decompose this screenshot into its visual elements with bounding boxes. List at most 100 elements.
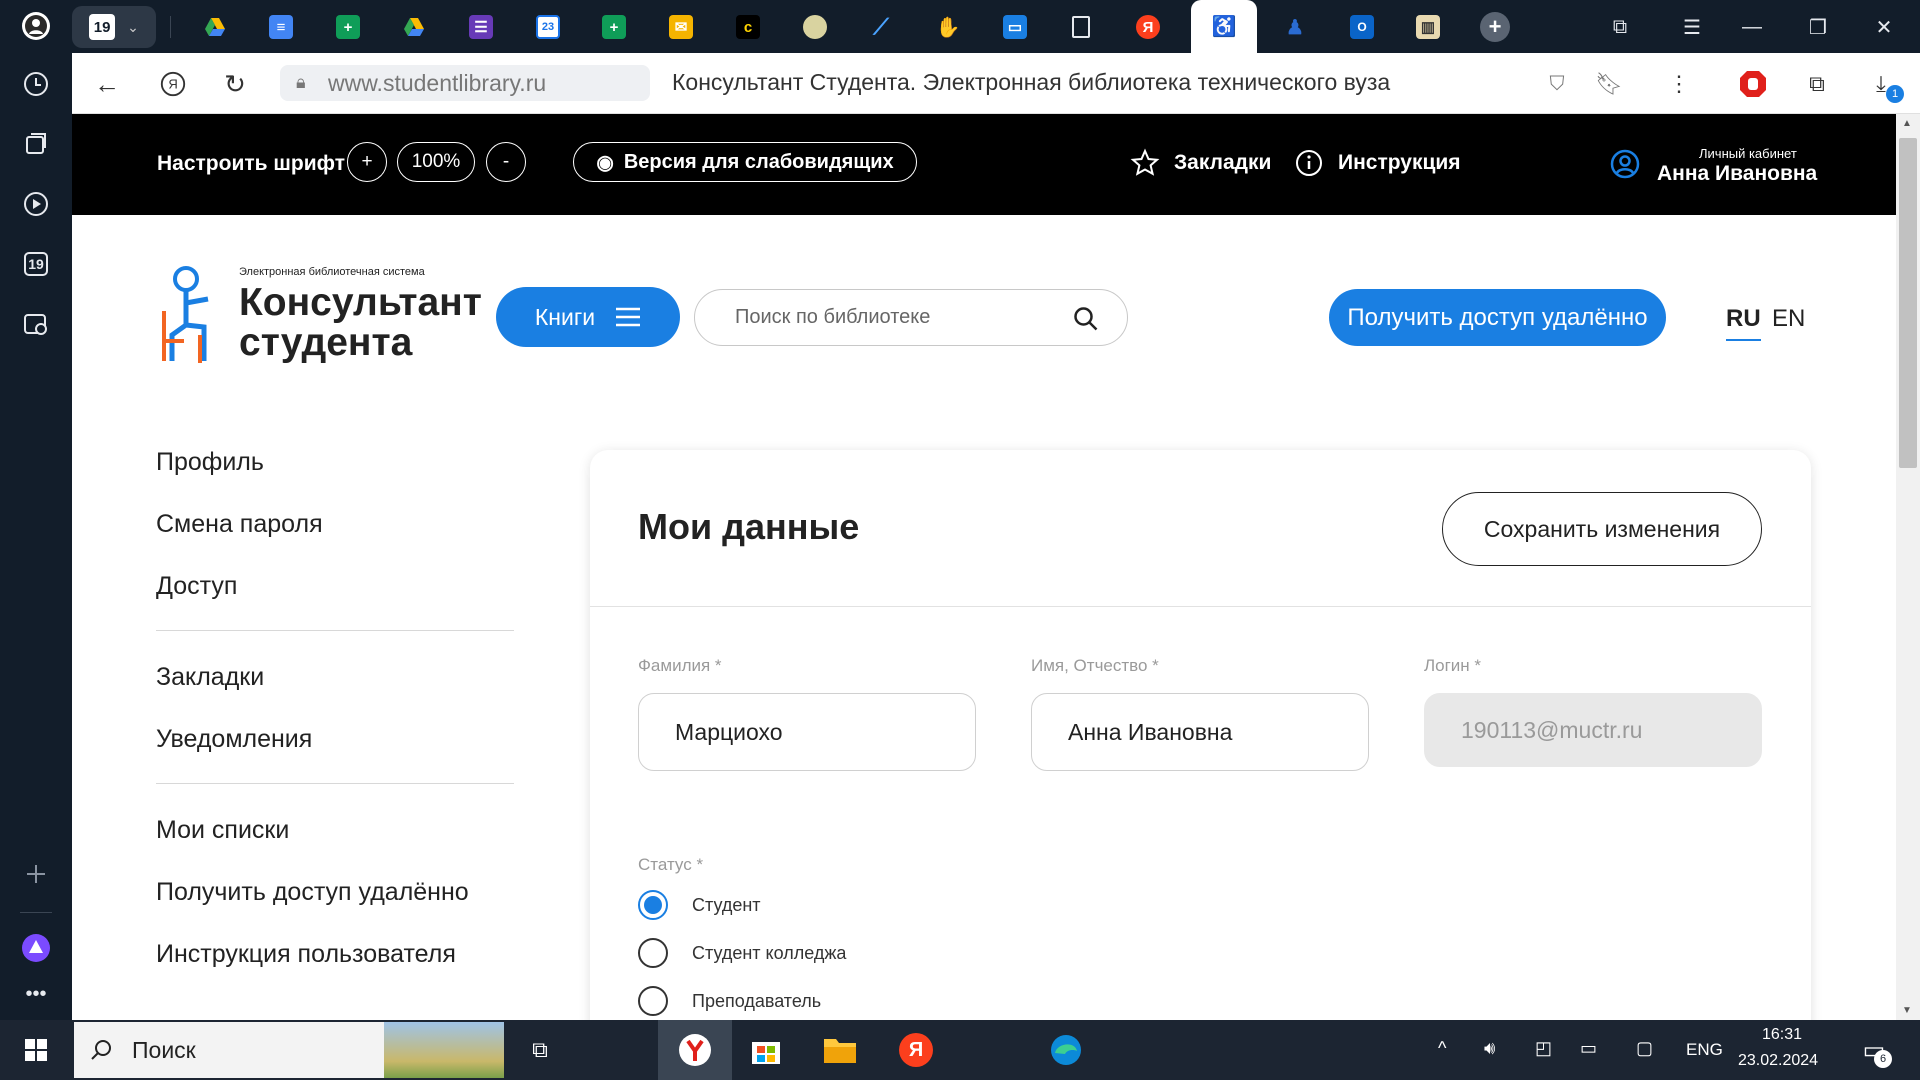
history-icon[interactable] <box>14 62 58 106</box>
taskbar-yandex-browser[interactable] <box>658 1020 732 1080</box>
tab-outlook[interactable]: O <box>1329 6 1395 48</box>
tab-document[interactable] <box>1048 6 1114 48</box>
font-decrease-button[interactable]: - <box>486 142 526 182</box>
collections-icon[interactable] <box>14 122 58 166</box>
edge-browser-icon[interactable] <box>1040 1026 1092 1074</box>
clock-time[interactable]: 16:31 <box>1762 1026 1802 1044</box>
microsoft-store-icon[interactable] <box>740 1026 792 1074</box>
volume-icon[interactable]: 🔊︎ <box>1484 1038 1495 1059</box>
lang-ru[interactable]: RU <box>1726 305 1761 341</box>
more-dots-icon[interactable]: ••• <box>14 972 58 1016</box>
font-increase-button[interactable]: + <box>347 142 387 182</box>
taskbar-search-input[interactable]: Поиск <box>74 1022 504 1078</box>
radio-unchecked[interactable] <box>638 986 668 1016</box>
calendar-badge-icon[interactable]: 19 <box>14 242 58 286</box>
tab-group[interactable]: 19 ⌄ <box>72 6 156 48</box>
tab-google-sheets-2[interactable]: + <box>581 6 647 48</box>
task-view-icon[interactable]: ⧉ <box>514 1026 566 1074</box>
close-window-button[interactable]: ✕ <box>1864 8 1904 46</box>
menu-dots-icon[interactable]: ⋮ <box>1660 65 1698 103</box>
tab-studentlibrary-active[interactable]: ♿ <box>1191 0 1257 53</box>
nav-change-password[interactable]: Смена пароля <box>156 502 516 564</box>
tab-books[interactable]: ▥ <box>1395 6 1461 48</box>
alice-assistant-icon[interactable] <box>14 926 58 970</box>
scroll-down-arrow-icon[interactable]: ▼ <box>1902 1005 1912 1016</box>
video-play-icon[interactable] <box>14 182 58 226</box>
tray-chevron-up-icon[interactable]: ^ <box>1438 1038 1446 1059</box>
network-icon[interactable]: ▢ <box>1636 1038 1653 1059</box>
tab-yandex[interactable]: Я <box>1115 6 1181 48</box>
add-panel-icon[interactable] <box>14 852 58 896</box>
status-option-teacher[interactable]: Преподаватель <box>638 986 821 1016</box>
radio-unchecked[interactable] <box>638 938 668 968</box>
page-scrollbar[interactable]: ▲ ▼ <box>1896 114 1920 1020</box>
translate-icon[interactable]: ⛉ <box>1538 65 1576 103</box>
clock-date[interactable]: 23.02.2024 <box>1738 1052 1818 1070</box>
reload-icon[interactable]: ↻ <box>216 65 254 103</box>
tab-list-icon[interactable]: ☰ <box>1672 8 1712 46</box>
screenshot-icon[interactable] <box>14 302 58 346</box>
extensions-icon[interactable]: ⧉ <box>1798 65 1836 103</box>
library-search-input[interactable]: Поиск по библиотеке <box>694 289 1128 346</box>
radio-checked[interactable] <box>638 890 668 920</box>
downloads-icon[interactable]: ⤓ 1 <box>1862 65 1904 103</box>
nav-bookmarks[interactable]: Закладки <box>156 655 516 717</box>
windows-start-icon[interactable] <box>10 1026 62 1074</box>
input-language[interactable]: ENG <box>1686 1040 1723 1060</box>
search-icon[interactable] <box>1073 306 1099 332</box>
tab-mail[interactable]: ✉ <box>648 6 714 48</box>
lang-en[interactable]: EN <box>1772 305 1805 333</box>
file-explorer-icon[interactable] <box>814 1026 866 1074</box>
tab-google-forms[interactable]: ☰ <box>448 6 514 48</box>
scroll-up-arrow-icon[interactable]: ▲ <box>1902 118 1912 129</box>
nav-notifications[interactable]: Уведомления <box>156 717 516 779</box>
scroll-thumb[interactable] <box>1899 138 1917 468</box>
back-arrow-icon[interactable]: ← <box>88 65 126 103</box>
profile-avatar-icon[interactable] <box>14 4 58 48</box>
tab-figure[interactable]: ♟ <box>1262 6 1328 48</box>
instructions-link[interactable]: Инструкция <box>1294 148 1461 178</box>
name-label: Имя, Отчество * <box>1031 656 1159 675</box>
nav-access[interactable]: Доступ <box>156 564 516 626</box>
status-option-label: Студент <box>692 894 761 915</box>
status-option-student[interactable]: Студент <box>638 890 761 920</box>
tab-google-drive[interactable] <box>182 6 248 48</box>
surname-field[interactable]: Марциохо <box>638 693 976 771</box>
minimize-button[interactable]: — <box>1732 8 1772 46</box>
search-placeholder: Поиск по библиотеке <box>735 306 931 328</box>
bookmarks-link[interactable]: Закладки <box>1130 148 1271 178</box>
new-tab-button[interactable]: + <box>1462 6 1528 48</box>
tab-c-site[interactable]: c <box>715 6 781 48</box>
name-field[interactable]: Анна Ивановна <box>1031 693 1369 771</box>
nav-my-lists[interactable]: Мои списки <box>156 808 516 870</box>
tab-google-calendar[interactable]: 23 <box>515 6 581 48</box>
status-option-college[interactable]: Студент колледжа <box>638 938 846 968</box>
tab-google-drive-2[interactable] <box>381 6 447 48</box>
logo-line-1: Консультант <box>239 281 482 324</box>
tab-messages[interactable]: ▭ <box>982 6 1048 48</box>
battery-icon[interactable]: ▭ <box>1580 1038 1597 1059</box>
nav-remote-access[interactable]: Получить доступ удалённо <box>156 870 516 932</box>
tab-university[interactable] <box>782 6 848 48</box>
nav-profile[interactable]: Профиль <box>156 440 516 502</box>
books-menu-button[interactable]: Книги <box>496 287 680 347</box>
site-logo[interactable] <box>156 265 220 376</box>
tab-google-sheets[interactable]: + <box>315 6 381 48</box>
save-changes-button[interactable]: Сохранить изменения <box>1442 492 1762 566</box>
low-vision-button[interactable]: ◉ Версия для слабовидящих <box>573 142 917 182</box>
bookmark-icon[interactable]: 🔖︎ <box>1590 65 1628 103</box>
yandex-app-icon[interactable]: Я <box>890 1026 942 1074</box>
tab-google-docs[interactable]: ≡ <box>248 6 314 48</box>
adblock-icon[interactable] <box>1734 65 1772 103</box>
tab-swoosh[interactable]: ⟋ <box>848 6 914 48</box>
restore-button[interactable]: ❐ <box>1798 8 1838 46</box>
camera-icon[interactable]: ◰ <box>1535 1038 1552 1059</box>
notifications-icon[interactable]: ▭ 6 <box>1848 1026 1900 1074</box>
yandex-home-icon[interactable]: Я <box>154 65 192 103</box>
url-field[interactable]: 🔒︎ www.studentlibrary.ru <box>280 65 650 101</box>
site-header: Электронная библиотечная система Консуль… <box>72 215 1896 380</box>
nav-user-guide[interactable]: Инструкция пользователя <box>156 932 516 994</box>
remote-access-button[interactable]: Получить доступ удалённо <box>1329 289 1666 346</box>
tab-manager-icon[interactable]: ⧉ <box>1600 8 1640 46</box>
tab-hand[interactable]: ✋ <box>915 6 981 48</box>
